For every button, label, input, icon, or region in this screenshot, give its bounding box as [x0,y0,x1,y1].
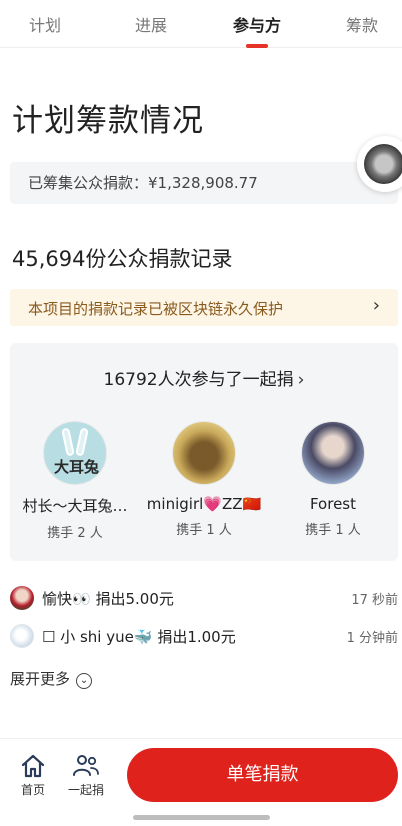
list-item: ☐ 小 shi yue🐳 捐出1.00元 1 分钟前 [10,622,398,650]
nav-home-label: 首页 [20,783,45,797]
donor-name: 愉快👀 [42,590,91,608]
records-title: 45,694份公众捐款记录 [12,247,233,271]
leader-card[interactable]: minigirl💗ZZ🇨🇳 携手 1 人 [139,421,269,538]
tab-progress[interactable]: 进展 [135,12,167,36]
donation-action: 捐出5.00元 [95,590,174,608]
nav-home[interactable]: 首页 [11,753,55,798]
together-title[interactable]: 16792人次参与了一起捐 › [10,365,398,390]
nav-together-label: 一起捐 [67,783,104,797]
page-title: 计划筹款情况 [12,103,204,139]
bottom-action-bar: 首页 一起捐 单笔捐款 [0,738,402,826]
leader-count: 携手 1 人 [305,523,361,538]
koala-avatar-image [364,144,402,184]
leader-name: 村长～大耳兔… [22,497,128,515]
leader-count: 携手 2 人 [47,526,103,541]
together-title-text: 16792人次参与了一起捐 [103,370,294,390]
blockchain-banner[interactable]: 本项目的捐款记录已被区块链永久保护 › [10,289,398,326]
tab-plan[interactable]: 计划 [29,12,61,36]
home-indicator [133,815,270,820]
avatar [10,624,34,648]
chevron-down-icon: ⌄ [76,673,93,689]
avatar [172,421,236,485]
donation-action: 捐出1.00元 [157,628,236,646]
nav-together[interactable]: 一起捐 [64,753,108,798]
avatar [301,421,365,485]
leader-card[interactable]: Forest 携手 1 人 [268,421,398,538]
raised-label: 已筹集公众捐款： [28,174,149,192]
chevron-right-icon: › [297,370,305,390]
donor-name: ☐ 小 shi yue [42,628,134,646]
donation-time: 17 秒前 [351,593,398,608]
chevron-right-icon: › [372,295,380,316]
leader-name: Forest [309,495,357,513]
avatar: 大耳兔 [43,421,107,485]
leader-name: minigirl💗ZZ🇨🇳 [146,495,262,513]
raised-summary: 已筹集公众捐款：¥1,328,908.77 [10,162,398,204]
expand-more-button[interactable]: 展开更多 ⌄ [10,668,93,689]
whale-emoji: 🐳 [133,628,153,646]
single-donation-button[interactable]: 单笔捐款 [127,748,398,802]
blockchain-banner-text: 本项目的捐款记录已被区块链永久保护 [28,300,284,318]
expand-more-label: 展开更多 [10,670,71,688]
avatar [10,586,34,610]
leader-card[interactable]: 大耳兔 村长～大耳兔… 携手 2 人 [10,421,140,541]
active-tab-indicator [246,44,268,48]
tab-participants[interactable]: 参与方 [233,12,281,36]
top-tab-bar: 计划 进展 参与方 筹款 [0,0,402,48]
avatar-text: 大耳兔 [54,458,100,476]
home-icon [21,754,45,778]
leader-count: 携手 1 人 [176,523,232,538]
group-icon [73,755,99,776]
together-donate-panel: 16792人次参与了一起捐 › 大耳兔 村长～大耳兔… 携手 2 人 minigi… [10,343,398,561]
tab-fundraising[interactable]: 筹款 [346,12,378,36]
list-item: 愉快👀 捐出5.00元 17 秒前 [10,584,398,612]
raised-amount: ¥1,328,908.77 [148,174,258,192]
donation-time: 1 分钟前 [346,631,398,646]
